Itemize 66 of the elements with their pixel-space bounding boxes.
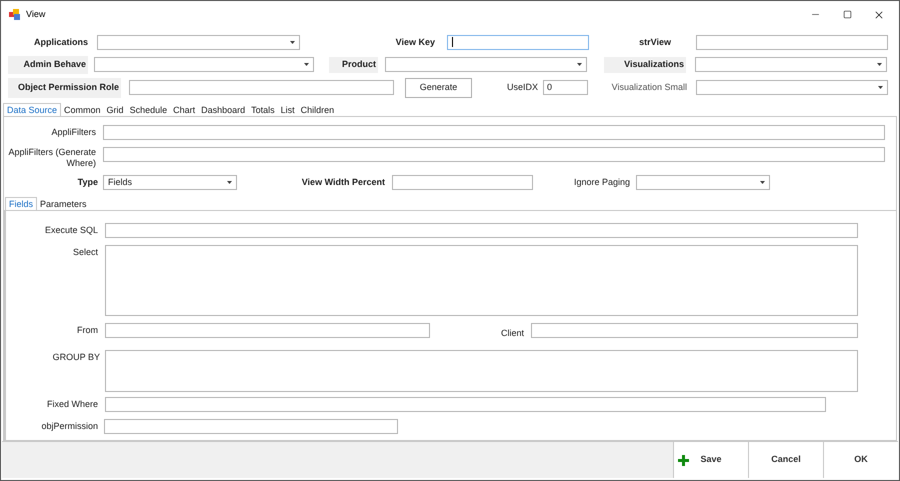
dropdown-arrow-icon bbox=[877, 63, 882, 66]
field-label: Visualizations bbox=[604, 56, 686, 72]
text-field[interactable] bbox=[103, 147, 885, 162]
tab[interactable]: Children bbox=[298, 103, 338, 116]
field-label: AppliFilters bbox=[50, 127, 96, 138]
text-caret bbox=[452, 36, 453, 46]
dropdown[interactable]: Fields bbox=[103, 175, 237, 190]
field-label: Ignore Paging bbox=[572, 177, 630, 188]
text-field[interactable] bbox=[105, 245, 858, 316]
field-label: UseIDX bbox=[506, 82, 538, 93]
field-label: Admin Behave bbox=[8, 56, 88, 74]
tab[interactable]: Grid bbox=[104, 103, 127, 116]
dropdown-arrow-icon bbox=[304, 63, 309, 66]
text-field[interactable]: 0 bbox=[543, 80, 588, 95]
tab[interactable]: Schedule bbox=[126, 103, 170, 116]
text-field[interactable] bbox=[105, 350, 858, 392]
field-label: From bbox=[76, 325, 98, 336]
field-label: Fixed Where bbox=[46, 399, 98, 410]
plus-icon bbox=[678, 455, 689, 466]
text-field[interactable] bbox=[105, 397, 826, 412]
dropdown[interactable] bbox=[636, 175, 770, 190]
tab[interactable]: List bbox=[278, 103, 298, 116]
field-label: AppliFilters (Generate Where) bbox=[7, 147, 96, 169]
text-field[interactable] bbox=[105, 223, 858, 238]
field-label: View Width Percent bbox=[300, 177, 385, 188]
field-label: strView bbox=[638, 36, 671, 48]
dropdown[interactable] bbox=[696, 80, 888, 95]
field-label: Execute SQL bbox=[44, 225, 98, 236]
text-field[interactable] bbox=[447, 34, 589, 50]
text-field[interactable] bbox=[104, 419, 398, 434]
dropdown-arrow-icon bbox=[577, 63, 582, 66]
text-field[interactable] bbox=[129, 80, 394, 95]
generate-button[interactable]: Generate bbox=[405, 78, 472, 98]
app-icon bbox=[9, 9, 20, 20]
text-field[interactable] bbox=[696, 34, 888, 50]
dropdown-arrow-icon bbox=[878, 86, 883, 89]
field-label: Client bbox=[500, 328, 524, 339]
field-label: Applications bbox=[32, 36, 88, 48]
tab[interactable]: Dashboard bbox=[198, 103, 248, 116]
tab[interactable]: Common bbox=[61, 103, 104, 116]
field-label: Object Permission Role bbox=[8, 78, 121, 98]
dropdown-arrow-icon bbox=[760, 181, 765, 184]
dropdown-arrow-icon bbox=[227, 181, 232, 184]
window-title: View bbox=[26, 8, 46, 21]
field-label: objPermission bbox=[40, 421, 98, 432]
tab[interactable]: Parameters bbox=[37, 197, 90, 210]
tab[interactable]: Fields bbox=[5, 197, 38, 210]
field-label: Visualization Small bbox=[610, 82, 687, 93]
field-label: Select bbox=[72, 247, 98, 258]
tab[interactable]: Chart bbox=[170, 103, 198, 116]
field-label: Product bbox=[329, 56, 378, 72]
text-field[interactable] bbox=[531, 323, 858, 338]
field-label: GROUP BY bbox=[52, 352, 100, 363]
dropdown[interactable] bbox=[695, 57, 887, 72]
field-label: View Key bbox=[394, 36, 435, 48]
dropdown[interactable] bbox=[385, 57, 587, 72]
text-field[interactable] bbox=[105, 323, 430, 338]
tab[interactable]: Data Source bbox=[3, 103, 62, 116]
maximize-icon bbox=[842, 10, 852, 19]
dropdown[interactable] bbox=[97, 34, 300, 50]
tab[interactable]: Totals bbox=[248, 103, 278, 116]
text-field[interactable] bbox=[103, 125, 885, 140]
dropdown[interactable] bbox=[94, 57, 314, 72]
field-label: Type bbox=[76, 177, 98, 188]
text-field[interactable] bbox=[392, 175, 533, 190]
dropdown-arrow-icon bbox=[290, 40, 295, 44]
